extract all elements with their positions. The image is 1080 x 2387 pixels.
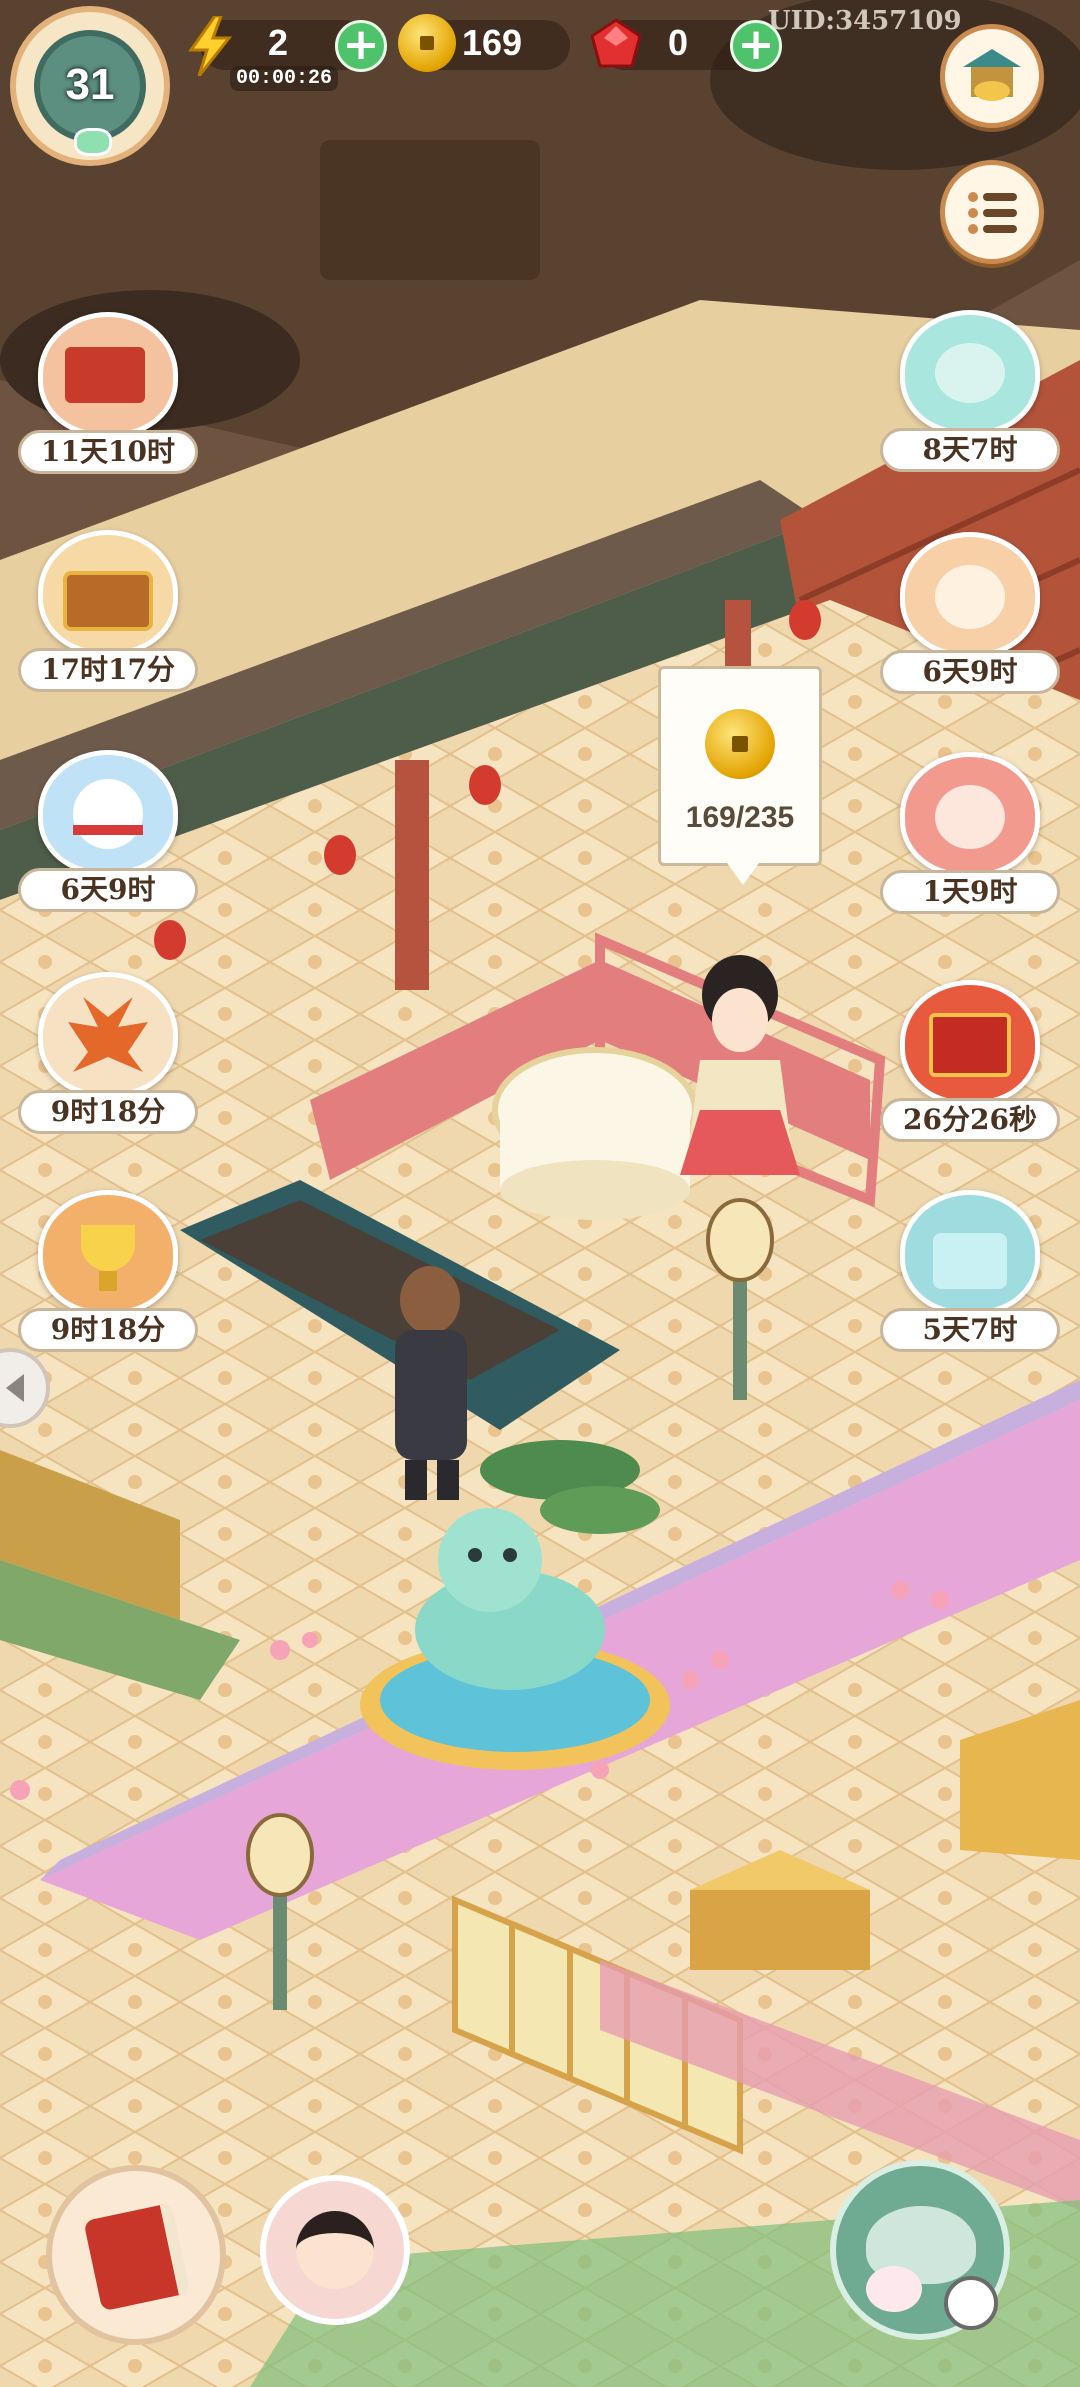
gem-count: 0 (668, 22, 689, 63)
journal-book-button[interactable] (46, 2165, 226, 2345)
pavilion-icon (959, 43, 1025, 109)
ruby-icon (586, 16, 646, 74)
level-gem-icon (74, 128, 112, 156)
lightning-icon (185, 14, 235, 77)
list-icon (967, 189, 1019, 237)
event-timer: 9时18分 (18, 1090, 198, 1134)
gift-cat-icon (900, 1190, 1040, 1315)
user-id: UID:3457109 (768, 6, 962, 36)
event-treasure-chest[interactable]: 17时17分 (18, 530, 198, 700)
bunny-icon (866, 2266, 922, 2312)
event-golden-cup[interactable]: 9时18分 (18, 1190, 198, 1360)
coin-icon (398, 14, 456, 72)
fan-cat-icon (900, 532, 1040, 657)
scroll-icon (38, 312, 178, 437)
red-gift-box-icon (900, 980, 1040, 1105)
event-timer: 1天9时 (880, 870, 1060, 914)
coin-collect-bubble[interactable]: 169/235 (658, 666, 822, 885)
event-timer: 11天10时 (18, 430, 198, 474)
lightning-badge-icon (944, 2276, 998, 2330)
event-opera-cat[interactable]: 1天9时 (880, 752, 1060, 922)
treasure-chest-icon (38, 530, 178, 655)
event-timer: 6天9时 (880, 650, 1060, 694)
avatar (296, 2211, 374, 2289)
golden-cup-icon (38, 1190, 178, 1315)
energy-count: 2 (268, 22, 289, 63)
event-timer: 9时18分 (18, 1308, 198, 1352)
event-snow-cat[interactable]: 6天9时 (18, 750, 198, 920)
snow-cat-icon (38, 750, 178, 875)
event-autumn-scroll[interactable]: 11天10时 (18, 312, 198, 482)
opera-cat-icon (900, 752, 1040, 877)
character-portrait-button[interactable] (260, 2175, 410, 2325)
coin-count: 169 (462, 22, 523, 63)
add-energy-button[interactable]: + (335, 20, 387, 72)
event-jade-cat[interactable]: 8天7时 (880, 310, 1060, 480)
event-maple-leaf[interactable]: 9时18分 (18, 972, 198, 1142)
event-timer: 17时17分 (18, 648, 198, 692)
teapot-button[interactable] (830, 2160, 1010, 2340)
level-number: 31 (65, 60, 115, 109)
shop-pavilion-button[interactable] (940, 24, 1044, 128)
event-gift-cat[interactable]: 5天7时 (880, 1190, 1060, 1360)
energy-timer: 00:00:26 (230, 66, 339, 91)
event-red-box[interactable]: 26分26秒 (880, 980, 1060, 1150)
coin-collect-progress: 169/235 (685, 801, 795, 834)
chevron-left-icon (6, 1374, 24, 1402)
book-icon (83, 2202, 191, 2312)
event-timer: 6天9时 (18, 868, 198, 912)
coin-icon (705, 709, 775, 779)
jade-cat-icon (900, 310, 1040, 435)
event-timer: 5天7时 (880, 1308, 1060, 1352)
event-fan-cat[interactable]: 6天9时 (880, 532, 1060, 702)
player-level-badge[interactable]: 31 (10, 6, 170, 166)
event-timer: 26分26秒 (880, 1098, 1060, 1142)
menu-list-button[interactable] (940, 160, 1044, 264)
event-timer: 8天7时 (880, 428, 1060, 472)
maple-leaf-icon (38, 972, 178, 1097)
